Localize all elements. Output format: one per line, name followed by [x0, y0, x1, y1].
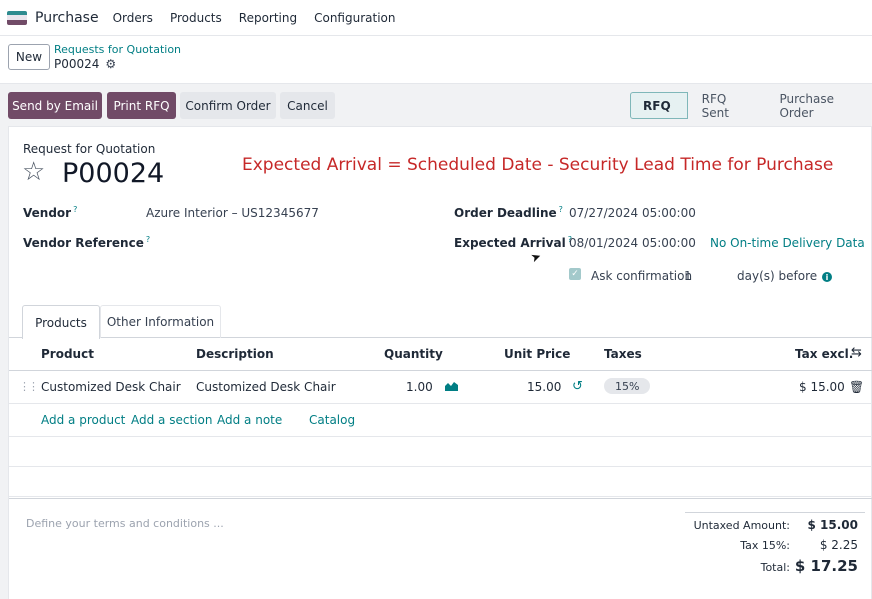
totals-divider [685, 512, 865, 513]
help-icon[interactable]: ? [73, 205, 77, 214]
vendor-label: Vendor? [23, 205, 77, 220]
order-deadline-label-text: Order Deadline [454, 206, 557, 220]
row-unit-price[interactable]: 15.00 [527, 380, 561, 394]
app-name[interactable]: Purchase [35, 10, 99, 26]
stage-rfq-sent-label: RFQ Sent [701, 91, 729, 120]
stage-rfq[interactable]: RFQ [630, 92, 694, 119]
tax-badge[interactable]: 15% [604, 378, 651, 394]
row-quantity[interactable]: 1.00 [406, 380, 433, 394]
expected-arrival-label-text: Expected Arrival [454, 236, 566, 250]
on-time-delivery-info: No On-time Delivery Data [710, 236, 865, 250]
empty-row [9, 437, 872, 467]
col-tax-excl[interactable]: Tax excl. [795, 347, 853, 361]
order-deadline-label: Order Deadline? [454, 205, 563, 220]
expected-arrival-field[interactable]: 08/01/2024 05:00:00 [569, 236, 696, 250]
col-description[interactable]: Description [196, 347, 274, 361]
gear-icon[interactable]: ⚙ [105, 57, 116, 71]
menu-reporting[interactable]: Reporting [239, 11, 297, 25]
stage-rfq-sent[interactable]: RFQ Sent [687, 91, 773, 120]
catalog-link[interactable]: Catalog [309, 413, 355, 427]
add-lines-row: Add a product Add a section Add a note C… [9, 404, 872, 437]
cancel-button[interactable]: Cancel [280, 92, 335, 119]
menu-orders[interactable]: Orders [113, 11, 153, 25]
total-value: $ 17.25 [794, 557, 858, 575]
stage-purchase-order[interactable]: Purchase Order [765, 91, 872, 120]
trash-icon[interactable]: 🗑 [849, 380, 864, 394]
star-icon[interactable]: ☆ [22, 157, 45, 187]
row-product[interactable]: Customized Desk Chair [41, 380, 181, 394]
top-navbar: Purchase Orders Products Reporting Confi… [0, 0, 872, 36]
breadcrumb-parent[interactable]: Requests for Quotation [54, 43, 181, 56]
tax-label: Tax 15%: [740, 539, 790, 552]
send-by-email-button[interactable]: Send by Email [8, 92, 102, 119]
col-product[interactable]: Product [41, 347, 94, 361]
vendor-reference-label: Vendor Reference? [23, 235, 150, 250]
form-sheet: Request for Quotation ☆ P00024 Expected … [8, 126, 872, 599]
annotation-text: Expected Arrival = Scheduled Date - Secu… [242, 155, 834, 175]
stage-purchase-order-label: Purchase Order [779, 91, 834, 120]
add-note-link[interactable]: Add a note [217, 413, 282, 427]
breadcrumb-current: P00024 ⚙ [54, 57, 116, 71]
notebook-tabs: Products Other Information [9, 305, 872, 339]
terms-and-conditions-field[interactable]: Define your terms and conditions ... [26, 517, 224, 530]
purchase-app-icon[interactable] [7, 10, 27, 25]
expected-arrival-label: Expected Arrival? [454, 235, 572, 250]
optional-columns-icon[interactable]: ⇆ [851, 345, 862, 360]
ask-confirmation-days-field[interactable]: 1 [684, 269, 692, 283]
add-section-link[interactable]: Add a section [131, 413, 212, 427]
col-quantity[interactable]: Quantity [384, 347, 443, 361]
tab-products[interactable]: Products [22, 305, 100, 339]
status-bar: RFQ RFQ Sent Purchase Order [630, 91, 872, 120]
info-icon[interactable]: i [822, 272, 832, 282]
vendor-reference-label-text: Vendor Reference [23, 236, 144, 250]
empty-row [9, 467, 872, 497]
new-button[interactable]: New [8, 44, 50, 70]
tab-other-information[interactable]: Other Information [100, 305, 221, 338]
control-panel: New Requests for Quotation P00024 ⚙ [0, 36, 872, 84]
col-unit-price[interactable]: Unit Price [504, 347, 570, 361]
stage-rfq-label: RFQ [643, 98, 671, 113]
add-product-link[interactable]: Add a product [41, 413, 125, 427]
days-before-label: day(s) before [737, 269, 818, 283]
chart-icon-svg [445, 382, 458, 392]
menu-configuration[interactable]: Configuration [314, 11, 395, 25]
total-label: Total: [760, 561, 790, 574]
untaxed-amount-label: Untaxed Amount: [693, 519, 790, 532]
vendor-label-text: Vendor [23, 206, 72, 220]
untaxed-amount-value: $ 15.00 [807, 518, 858, 532]
help-icon[interactable]: ? [559, 205, 563, 214]
help-icon[interactable]: ? [146, 235, 150, 244]
document-type-label: Request for Quotation [23, 142, 156, 156]
action-bar: Send by Email Print RFQ Confirm Order Ca… [0, 85, 872, 125]
table-row[interactable]: ⋮⋮ Customized Desk Chair Customized Desk… [9, 371, 872, 404]
ask-confirmation-checkbox[interactable]: ✓ [569, 268, 581, 280]
order-deadline-field[interactable]: 07/27/2024 05:00:00 [569, 206, 696, 220]
confirm-order-button[interactable]: Confirm Order [180, 92, 276, 119]
col-taxes[interactable]: Taxes [604, 347, 642, 361]
row-description[interactable]: Customized Desk Chair [196, 380, 336, 394]
tax-value: $ 2.25 [819, 538, 858, 552]
breadcrumb-current-label: P00024 [54, 57, 100, 71]
order-lines-header: Product Description Quantity Unit Price … [9, 338, 872, 371]
print-rfq-button[interactable]: Print RFQ [107, 92, 176, 119]
document-name: P00024 [62, 158, 165, 189]
ask-confirmation-label: Ask confirmation [591, 269, 693, 283]
menu-products[interactable]: Products [170, 11, 222, 25]
drag-handle-icon[interactable]: ⋮⋮ [19, 380, 39, 393]
table-bottom-border [9, 498, 872, 499]
forecast-chart-icon[interactable] [445, 380, 458, 394]
vendor-field[interactable]: Azure Interior – US12345677 [146, 206, 319, 220]
mouse-cursor-icon: ➤ [528, 248, 544, 266]
row-subtotal: $ 15.00 [799, 380, 845, 394]
history-icon[interactable]: ↺ [572, 379, 583, 394]
